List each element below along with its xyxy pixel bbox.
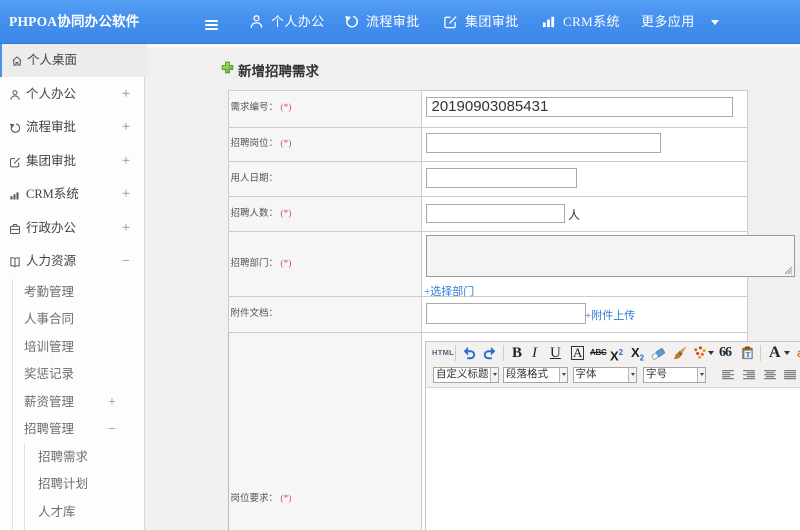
svg-text:T: T bbox=[746, 351, 751, 359]
